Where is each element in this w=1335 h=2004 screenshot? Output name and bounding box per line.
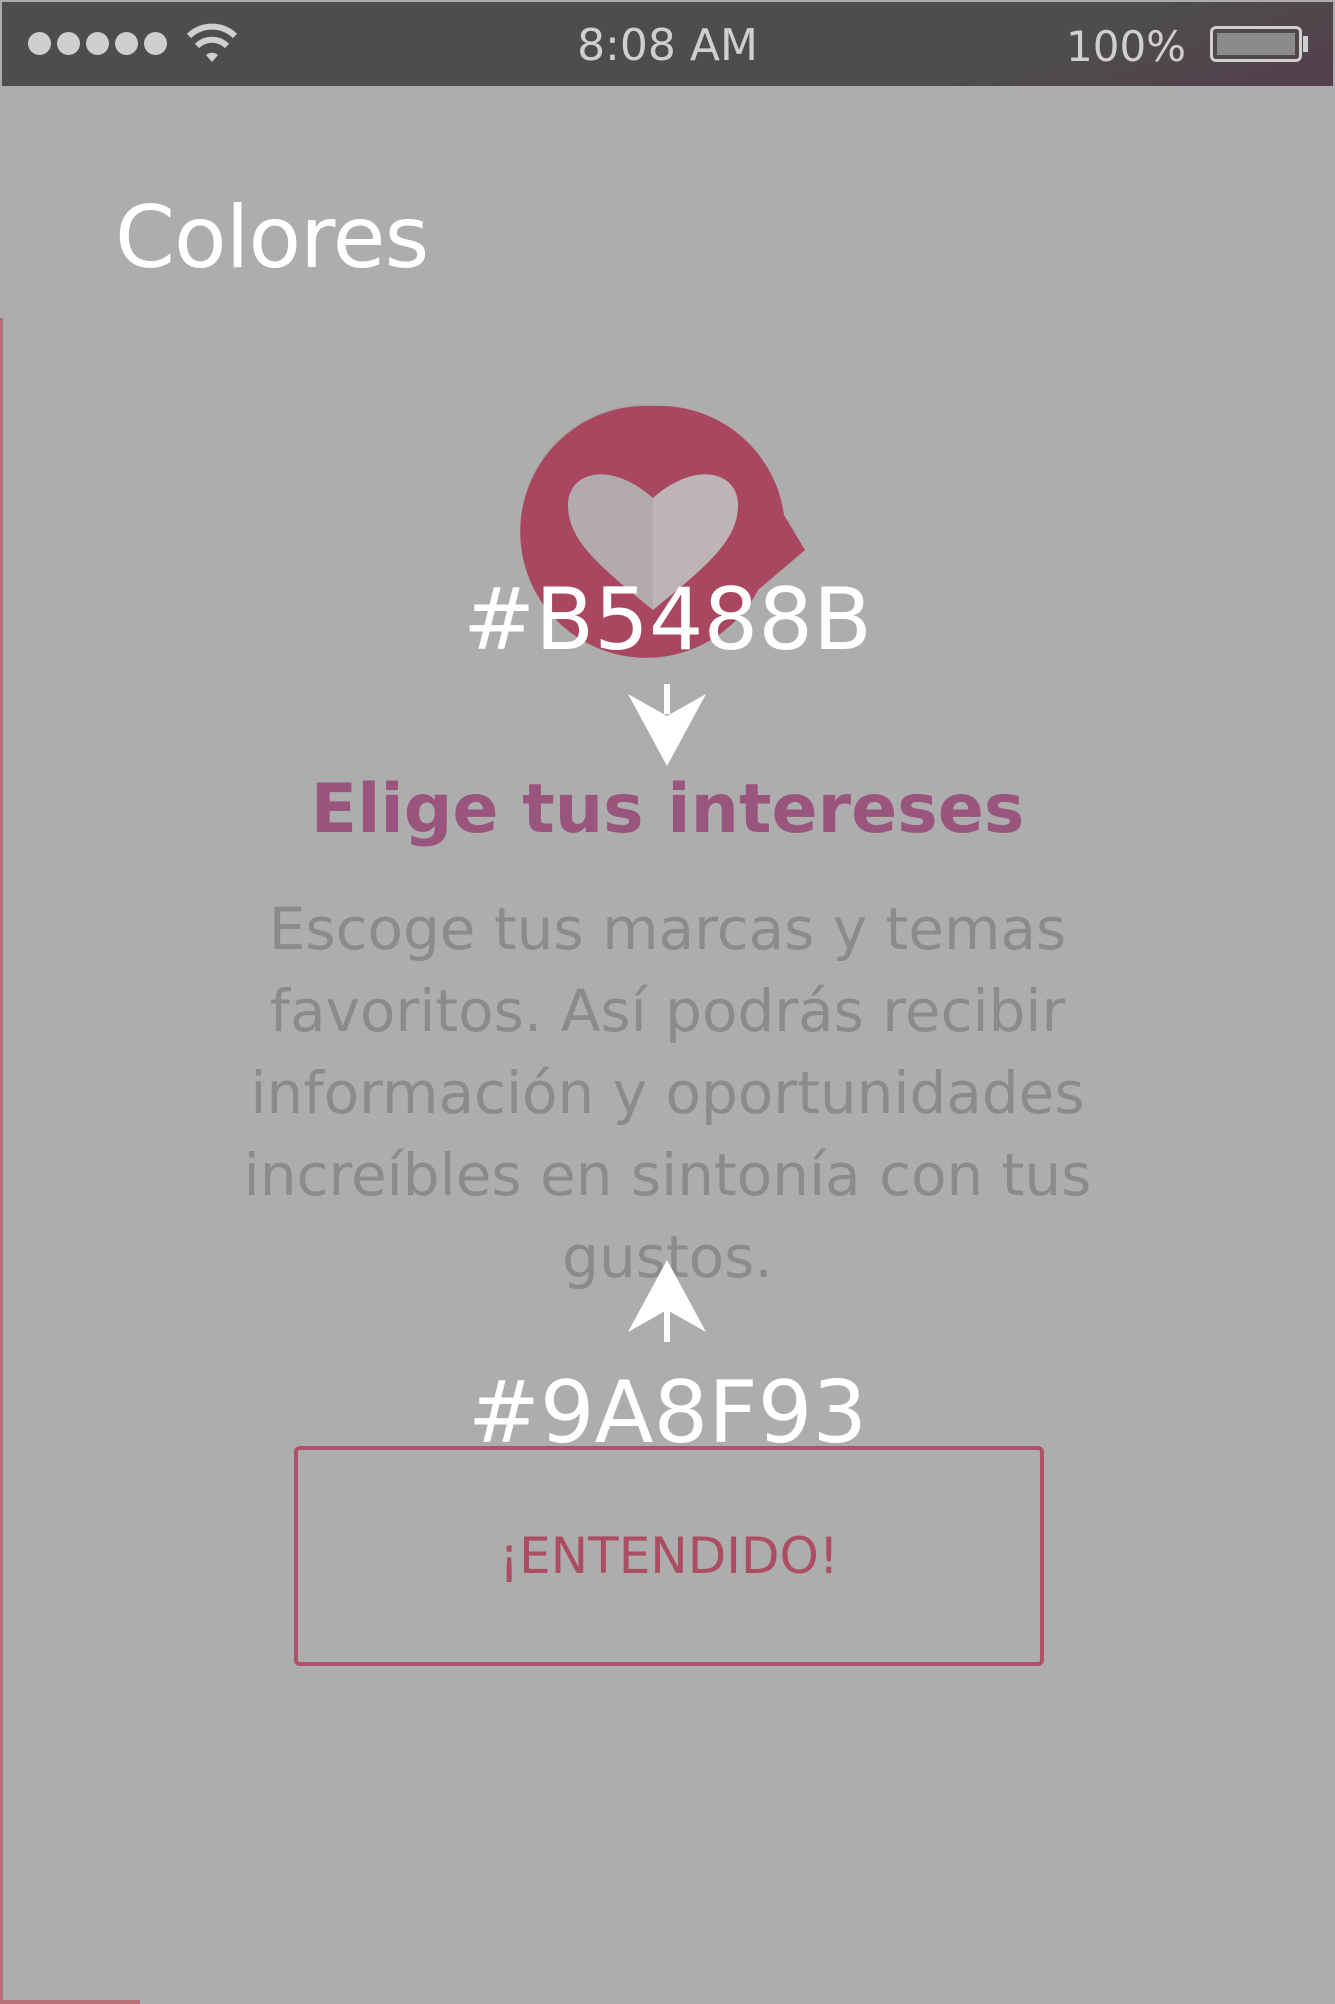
entendido-button-label: ¡ENTENDIDO! bbox=[499, 1527, 839, 1585]
section-heading: Elige tus intereses bbox=[310, 770, 1025, 849]
battery-percent: 100% bbox=[1066, 22, 1187, 71]
screen-title: Colores bbox=[115, 188, 429, 288]
battery-icon bbox=[1210, 26, 1302, 62]
frame-bottom-edge bbox=[0, 2000, 140, 2004]
body-color-annotation: #9A8F93 bbox=[467, 1363, 868, 1463]
arrow-up-icon bbox=[628, 1260, 706, 1342]
arrow-down-icon bbox=[628, 684, 706, 766]
battery-tip bbox=[1303, 36, 1308, 52]
entendido-button[interactable]: ¡ENTENDIDO! bbox=[294, 1446, 1044, 1666]
heading-color-annotation: #B5488B bbox=[463, 570, 872, 670]
status-bar: 8:08 AM 100% bbox=[2, 2, 1333, 86]
description-text: Escoge tus marcas y temas favoritos. Así… bbox=[243, 895, 1092, 1291]
